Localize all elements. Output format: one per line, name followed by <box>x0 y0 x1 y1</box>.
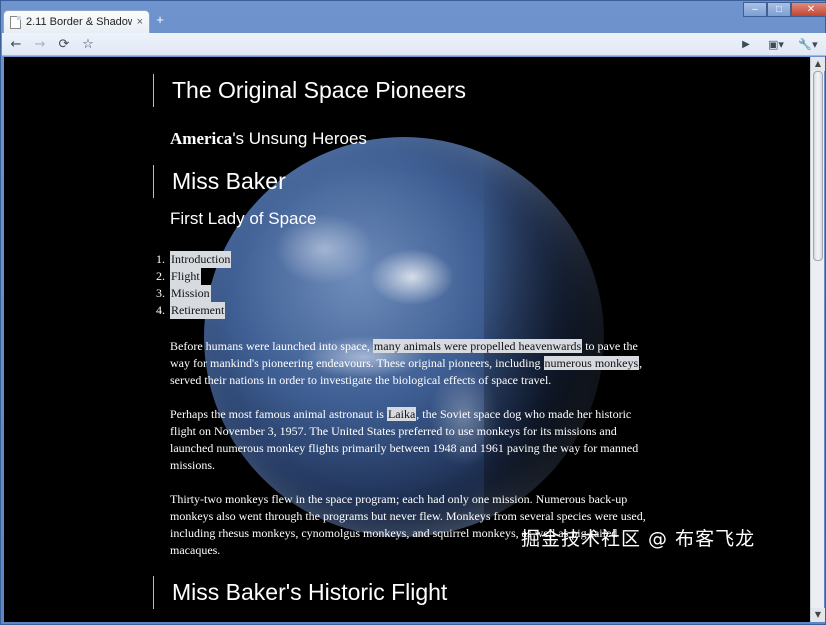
page-menu-icon[interactable]: ▣▾ <box>764 34 788 54</box>
address-bar[interactable] <box>72 35 744 54</box>
scroll-down-arrow-icon[interactable]: ▼ <box>811 608 825 622</box>
section-title: Miss Baker <box>153 165 286 198</box>
watermark-text: 掘金技术社区 @ 布客飞龙 <box>521 528 756 550</box>
toc-link-mission[interactable]: Mission <box>170 285 211 302</box>
subtitle-rest: 's Unsung Heroes <box>232 129 367 148</box>
paragraph-intro: Before humans were launched into space, … <box>170 339 643 387</box>
forward-arrow-icon[interactable]: → <box>30 34 50 54</box>
scroll-thumb[interactable] <box>813 71 823 261</box>
section-subtitle: First Lady of Space <box>170 209 317 228</box>
toc-item: 4. Retirement <box>156 302 226 319</box>
browser-window: 2.11 Border & Shadow De... × + – □ ✕ ← →… <box>0 0 826 625</box>
link-numerous-monkeys[interactable]: numerous monkeys <box>543 356 640 370</box>
toc-item: 1. Introduction <box>156 251 232 268</box>
tab-title: 2.11 Border & Shadow De... <box>26 16 132 28</box>
close-window-button[interactable]: ✕ <box>791 2 826 17</box>
link-animals-propelled[interactable]: many animals were propelled heavenwards <box>372 339 583 353</box>
new-tab-button[interactable]: + <box>153 13 167 27</box>
next-section-title: Miss Baker's Historic Flight <box>153 576 447 609</box>
back-arrow-icon[interactable]: ← <box>6 34 26 54</box>
play-icon[interactable]: ▶ <box>736 34 756 54</box>
tab-close-icon[interactable]: × <box>137 16 143 28</box>
wrench-menu-icon[interactable]: 🔧▾ <box>796 34 820 54</box>
toc-link-retirement[interactable]: Retirement <box>170 302 226 319</box>
toc-item: 3. Mission <box>156 285 211 302</box>
tab-strip: 2.11 Border & Shadow De... × + – □ ✕ <box>1 1 826 33</box>
vertical-scrollbar[interactable]: ▲ ▼ <box>810 57 825 622</box>
toc-link-introduction[interactable]: Introduction <box>170 251 232 268</box>
page-subtitle: America's Unsung Heroes <box>170 129 367 149</box>
subtitle-bold: America <box>170 129 233 148</box>
maximize-button[interactable]: □ <box>767 2 791 17</box>
browser-toolbar: ← → ⟳ ☆ ▶ ▣▾ 🔧▾ <box>2 33 826 56</box>
scroll-up-arrow-icon[interactable]: ▲ <box>811 57 825 71</box>
toc-item: 2. Flight <box>156 268 201 285</box>
page-icon <box>10 15 21 29</box>
tab-active[interactable]: 2.11 Border & Shadow De... × <box>3 10 150 33</box>
page-title: The Original Space Pioneers <box>153 74 466 107</box>
link-laika[interactable]: Laika <box>386 407 417 421</box>
table-of-contents: 1. Introduction 2. Flight 3. Mission 4. Reti… <box>150 251 232 319</box>
toc-link-flight[interactable]: Flight <box>170 268 201 285</box>
paragraph-laika: Perhaps the most famous animal astronaut… <box>170 407 639 472</box>
toolbar-right: ▶ ▣▾ 🔧▾ <box>732 34 820 54</box>
window-controls: – □ ✕ <box>743 2 826 17</box>
minimize-button[interactable]: – <box>743 2 767 17</box>
reload-icon[interactable]: ⟳ <box>54 34 74 54</box>
